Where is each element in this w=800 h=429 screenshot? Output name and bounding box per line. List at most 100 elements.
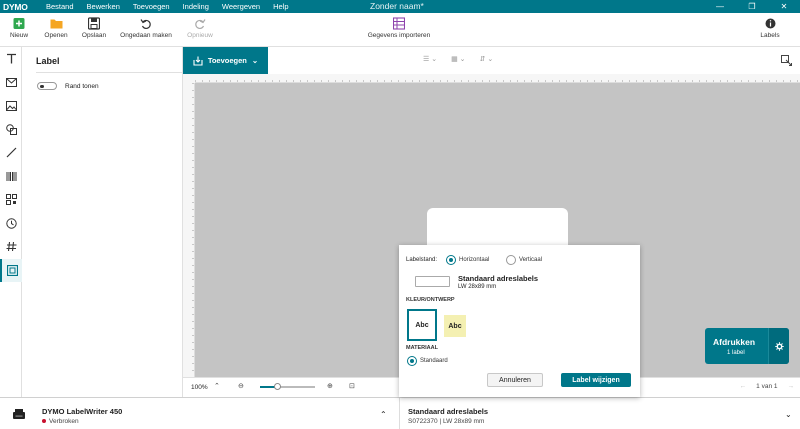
label-chevron-down-icon[interactable]: ⌄ <box>785 410 792 419</box>
printer-chevron-up-icon[interactable]: ⌃ <box>380 410 387 419</box>
import-data-label: Gegevens importeren <box>367 32 431 39</box>
panel-divider <box>36 72 186 73</box>
label-border-tool[interactable] <box>0 258 22 282</box>
gear-icon <box>774 341 784 351</box>
print-button[interactable]: Afdrukken 1 label <box>705 328 789 364</box>
current-label-name[interactable]: Standaard adreslabels <box>408 407 488 416</box>
zoom-value[interactable]: 100% <box>191 384 208 391</box>
close-button[interactable]: ✕ <box>768 0 800 13</box>
new-button[interactable]: Nieuw <box>6 17 32 39</box>
arrange-icon[interactable]: ⇵ ⌄ <box>480 55 494 63</box>
status-divider <box>399 398 400 429</box>
restore-button[interactable]: ❐ <box>736 0 768 13</box>
text-icon <box>6 54 16 64</box>
undo-button[interactable]: Ongedaan maken <box>118 17 174 39</box>
chevron-up-icon[interactable]: ⌃ <box>214 382 220 390</box>
show-border-label: Rand tonen <box>65 83 99 90</box>
design-yellow-text: Abc <box>448 322 462 330</box>
minimize-button[interactable]: — <box>704 0 736 13</box>
import-data-button[interactable]: Gegevens importeren <box>364 17 434 39</box>
page-indicator: 1 van 1 <box>756 383 778 390</box>
dialog-label-size: LW 28x89 mm <box>458 284 497 290</box>
folder-icon <box>50 19 62 29</box>
zoom-in-icon[interactable]: ⊕ <box>327 382 333 390</box>
panel-title: Label <box>36 56 60 66</box>
open-label: Openen <box>44 32 68 39</box>
status-dot <box>42 419 46 424</box>
standard-material-label: Standaard <box>420 358 448 364</box>
add-object-button[interactable]: Toevoegen ⌄ <box>183 47 268 74</box>
image-tool[interactable] <box>0 94 22 118</box>
save-button[interactable]: Opslaan <box>78 17 110 39</box>
object-rail <box>0 47 22 397</box>
text-tool[interactable] <box>0 47 22 71</box>
qrcode-tool[interactable] <box>0 188 22 212</box>
menu-help[interactable]: Help <box>273 2 288 11</box>
undo-label: Ongedaan maken <box>120 32 172 39</box>
printer-icon <box>13 409 25 419</box>
open-button[interactable]: Openen <box>40 17 72 39</box>
hash-icon <box>6 242 16 252</box>
horizontal-radio[interactable] <box>446 255 456 265</box>
standard-material-radio[interactable] <box>407 356 417 366</box>
barcode-tool[interactable] <box>0 165 22 189</box>
address-tool[interactable] <box>0 71 22 95</box>
align-left-icon[interactable]: ☰ ⌄ <box>423 55 437 63</box>
zoom-slider[interactable] <box>260 383 315 390</box>
current-label-code: S0722370 | LW 28x89 mm <box>408 418 485 425</box>
zoom-slider-knob[interactable] <box>274 383 281 390</box>
orientation-label: Labelstand: <box>406 257 438 263</box>
fit-to-screen-icon[interactable] <box>781 55 792 66</box>
zoom-out-icon[interactable]: ⊖ <box>238 382 244 390</box>
toolbar: Nieuw Openen Opslaan Ongedaan maken Opni… <box>0 13 800 47</box>
canvas-toolbar: Toevoegen ⌄ ☰ ⌄ ▦ ⌄ ⇵ ⌄ <box>183 47 800 74</box>
label-selection-dialog: Labelstand: Horizontaal Verticaal Standa… <box>399 245 640 397</box>
vertical-radio[interactable] <box>506 255 516 265</box>
insert-icon <box>193 56 203 66</box>
design-yellow-option[interactable]: Abc <box>444 315 466 337</box>
design-white-option[interactable]: Abc <box>407 309 437 341</box>
barcode-icon <box>6 171 16 181</box>
line-tool[interactable] <box>0 141 22 165</box>
cancel-button[interactable]: Annuleren <box>487 373 543 387</box>
printer-name[interactable]: DYMO LabelWriter 450 <box>42 407 122 416</box>
distribute-icon[interactable]: ▦ ⌄ <box>451 55 465 63</box>
app-logo: DYMO <box>3 1 28 12</box>
label-thumbnail <box>415 276 450 287</box>
vertical-ruler <box>183 83 195 377</box>
redo-button[interactable]: Opnieuw <box>184 17 216 39</box>
labels-button[interactable]: Labels <box>758 17 782 39</box>
horizontal-ruler <box>195 74 800 83</box>
menu-file[interactable]: Bestand <box>46 2 74 11</box>
date-time-tool[interactable] <box>0 212 22 236</box>
shapes-icon <box>5 123 17 135</box>
dialog-label-name: Standaard adreslabels <box>458 274 539 283</box>
show-border-toggle[interactable] <box>37 82 57 90</box>
print-settings-button[interactable] <box>768 328 789 364</box>
qr-code-icon <box>5 194 17 206</box>
undo-icon <box>140 19 151 30</box>
chevron-down-icon: ⌄ <box>251 56 259 65</box>
menu-insert[interactable]: Toevoegen <box>133 2 170 11</box>
menu-view[interactable]: Weergeven <box>222 2 260 11</box>
menu-edit[interactable]: Bewerken <box>87 2 120 11</box>
change-label-button[interactable]: Label wijzigen <box>561 373 631 387</box>
redo-label: Opnieuw <box>187 32 213 39</box>
menu-layout[interactable]: Indeling <box>183 2 209 11</box>
clock-icon <box>5 218 17 229</box>
previous-page-icon[interactable]: ← <box>740 383 747 390</box>
next-page-icon[interactable]: → <box>788 383 795 390</box>
shape-tool[interactable] <box>0 118 22 142</box>
color-design-heading: KLEUR/ONTWERP <box>406 297 455 303</box>
image-icon <box>5 100 17 111</box>
zoom-fit-icon[interactable]: ⊡ <box>349 382 355 390</box>
alignment-controls: ☰ ⌄ ▦ ⌄ ⇵ ⌄ <box>423 55 493 63</box>
plus-icon <box>13 18 25 29</box>
new-label: Nieuw <box>9 32 29 39</box>
envelope-icon <box>5 77 17 87</box>
vertical-label: Verticaal <box>519 257 543 263</box>
material-heading: MATERIAAL <box>406 345 438 351</box>
print-label: Afdrukken <box>713 337 756 347</box>
printer-status-text: Verbroken <box>49 418 79 425</box>
counter-tool[interactable] <box>0 235 22 259</box>
